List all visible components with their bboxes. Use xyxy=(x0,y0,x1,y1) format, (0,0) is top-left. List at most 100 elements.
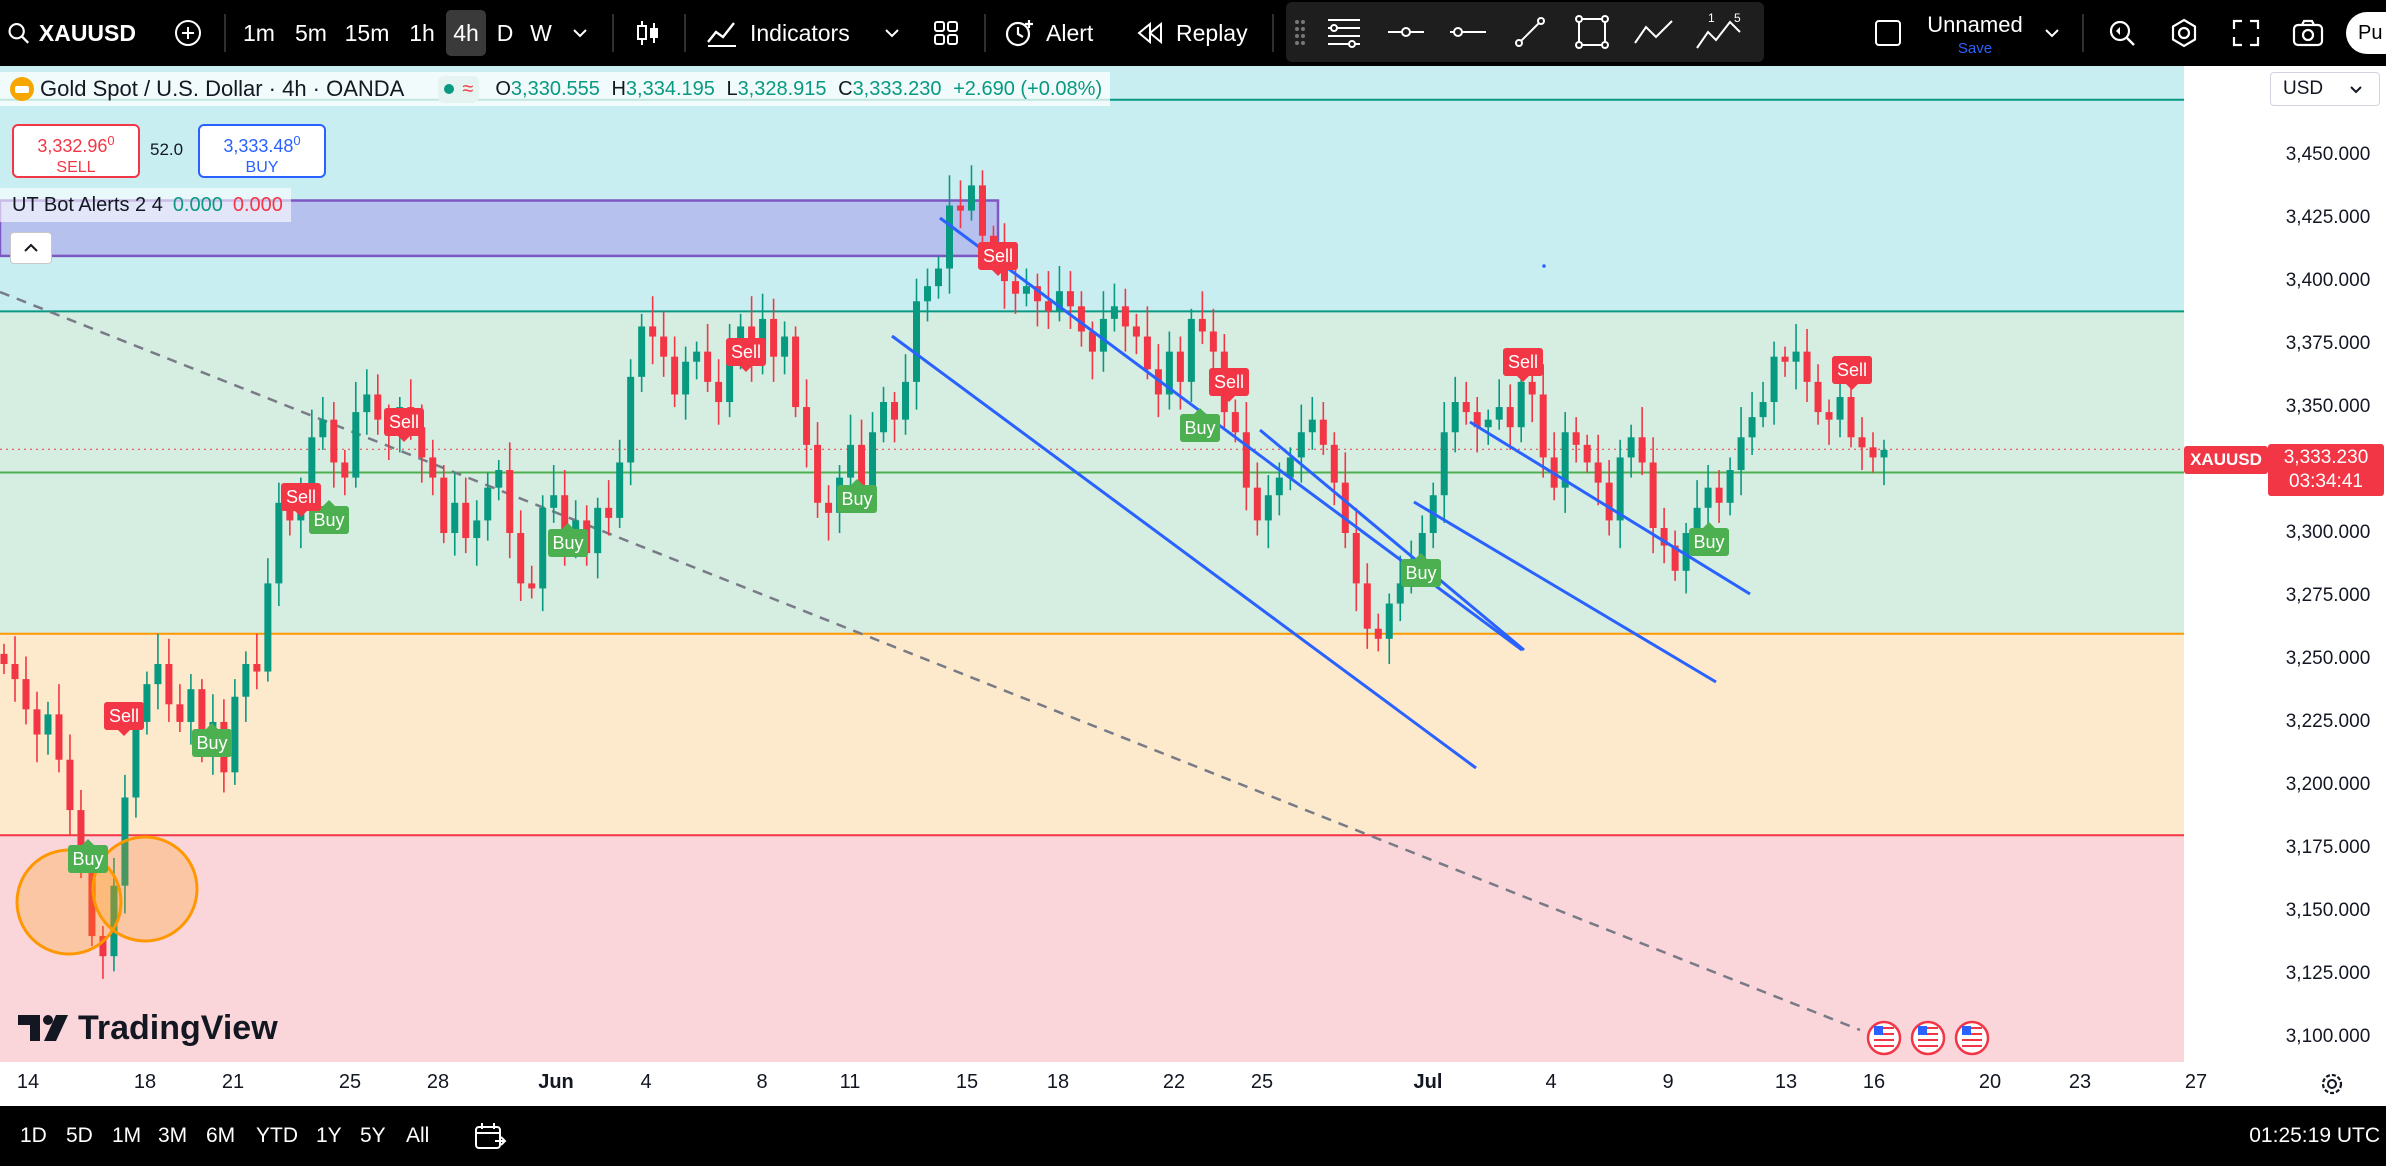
candle-body xyxy=(1011,281,1019,294)
candle-body xyxy=(374,394,382,420)
trendline-tool[interactable] xyxy=(1502,2,1558,62)
ray-tool[interactable] xyxy=(1440,2,1496,62)
separator xyxy=(612,14,614,52)
candle-body xyxy=(649,326,657,337)
fullscreen-button[interactable] xyxy=(2222,0,2270,66)
candle-body xyxy=(1385,603,1393,639)
elliott-wave-tool[interactable]: 15 xyxy=(1686,2,1752,62)
candle-body xyxy=(967,185,975,211)
gear-icon xyxy=(2321,1073,2343,1095)
interval-d[interactable]: D xyxy=(490,0,520,66)
interval-1m[interactable]: 1m xyxy=(236,0,282,66)
settings-button[interactable] xyxy=(2160,0,2208,66)
candle-body xyxy=(1715,487,1723,503)
signal-text: Sell xyxy=(1837,360,1867,380)
range-button-all[interactable]: All xyxy=(406,1106,429,1166)
candle-body xyxy=(1198,318,1206,332)
horizontal-line-icon xyxy=(1388,27,1424,37)
candle-body xyxy=(956,205,964,211)
candle-body xyxy=(627,376,635,463)
interval-4h[interactable]: 4h xyxy=(446,10,486,56)
pitchfork-tool[interactable] xyxy=(1316,2,1372,62)
candle-body xyxy=(308,437,316,488)
path-tool[interactable] xyxy=(1626,2,1682,62)
time-axis-label: 21 xyxy=(221,1071,245,1093)
candle-body xyxy=(1121,306,1129,327)
candle-body xyxy=(1770,356,1778,403)
indicator-value-1: 0.000 xyxy=(172,193,223,216)
signal-text: Buy xyxy=(196,733,227,753)
range-button-1y[interactable]: 1Y xyxy=(316,1106,342,1166)
compare-add-button[interactable] xyxy=(168,0,208,66)
marker-dot xyxy=(1542,264,1546,268)
candle-body xyxy=(1858,437,1866,448)
time-axis-label: 22 xyxy=(1162,1071,1186,1093)
range-button-6m[interactable]: 6M xyxy=(206,1106,235,1166)
range-button-5y[interactable]: 5Y xyxy=(360,1106,386,1166)
interval-w[interactable]: W xyxy=(524,0,558,66)
candle-body xyxy=(1572,432,1580,445)
price-axis-label: 3,150.000 xyxy=(2285,899,2371,921)
utc-clock[interactable]: 01:25:19 UTC xyxy=(2224,1106,2380,1166)
buy-button[interactable]: 3,333.480 BUY xyxy=(198,124,326,178)
indicators-label: Indicators xyxy=(750,19,850,46)
candle-body xyxy=(1484,419,1492,428)
candle-body xyxy=(671,356,679,395)
publish-button[interactable]: Pu xyxy=(2346,12,2386,54)
candle-body xyxy=(682,361,690,395)
currency-select[interactable]: USD xyxy=(2270,72,2380,106)
buy-price: 3,333.48 xyxy=(223,136,294,156)
economic-event-flag-icon[interactable] xyxy=(1910,1020,1946,1056)
economic-event-flag-icon[interactable] xyxy=(1954,1020,1990,1056)
highlight-circle[interactable] xyxy=(91,835,199,943)
go-to-date-button[interactable] xyxy=(470,1106,510,1166)
candle-body xyxy=(1605,482,1613,521)
chart-area[interactable]: Sell Buy Buy Sell Buy Sell Buy Sell Buy Sell Sell B… xyxy=(0,66,2386,1095)
layout-select-button[interactable] xyxy=(1868,0,1908,66)
drag-handle[interactable] xyxy=(1290,2,1310,62)
symbol-search[interactable]: XAUUSD xyxy=(6,0,136,66)
indicators-button[interactable]: Indicators xyxy=(706,0,866,66)
interval-dropdown-chevron-icon[interactable] xyxy=(562,0,598,66)
horizontal-ray-tool[interactable] xyxy=(1378,2,1434,62)
quick-search-button[interactable] xyxy=(2098,0,2146,66)
ohlc-high-label: H xyxy=(611,77,626,100)
candle-body xyxy=(1077,306,1085,332)
symbol-price-tag: XAUUSD xyxy=(2184,446,2268,474)
candle-body xyxy=(1517,381,1525,428)
candle-body xyxy=(473,520,481,539)
axis-settings-button[interactable] xyxy=(2312,1064,2352,1104)
economic-event-flag-icon[interactable] xyxy=(1866,1020,1902,1056)
range-button-3m[interactable]: 3M xyxy=(158,1106,187,1166)
range-button-5d[interactable]: 5D xyxy=(66,1106,93,1166)
market-status-icon[interactable]: ≈ xyxy=(438,75,480,103)
indicator-legend[interactable]: UT Bot Alerts 2 4 0.000 0.000 xyxy=(0,188,291,222)
chart-canvas[interactable]: Sell Buy Buy Sell Buy Sell Buy Sell Buy Sell Sell B… xyxy=(0,66,2386,1062)
range-button-ytd[interactable]: YTD xyxy=(256,1106,298,1166)
templates-button[interactable] xyxy=(924,0,968,66)
candle-body xyxy=(495,470,503,488)
rectangle-tool[interactable] xyxy=(1564,2,1620,62)
alert-button[interactable]: Alert xyxy=(1002,0,1112,66)
snapshot-button[interactable] xyxy=(2284,0,2332,66)
candle-body xyxy=(143,684,151,722)
layout-dropdown-chevron-icon[interactable] xyxy=(2034,0,2070,66)
price-axis-label: 3,175.000 xyxy=(2285,836,2371,858)
candle-body xyxy=(275,502,283,584)
layout-name-button[interactable]: Unnamed Save xyxy=(1924,6,2026,60)
sell-button[interactable]: 3,332.960 SELL xyxy=(12,124,140,178)
interval-1h[interactable]: 1h xyxy=(400,0,444,66)
indicators-dropdown-chevron-icon[interactable] xyxy=(874,0,910,66)
replay-button[interactable]: Replay xyxy=(1136,0,1260,66)
price-axis-label: 3,200.000 xyxy=(2285,773,2371,795)
ohlc-close-label: C xyxy=(838,77,853,100)
separator xyxy=(224,14,226,52)
sell-label: SELL xyxy=(56,159,96,176)
range-button-1m[interactable]: 1M xyxy=(112,1106,141,1166)
collapse-legend-button[interactable] xyxy=(10,232,52,264)
interval-5m[interactable]: 5m xyxy=(288,0,334,66)
interval-15m[interactable]: 15m xyxy=(340,0,394,66)
tradingview-logo[interactable]: TradingView xyxy=(18,1006,278,1050)
chart-type-button[interactable] xyxy=(628,0,668,66)
range-button-1d[interactable]: 1D xyxy=(20,1106,47,1166)
